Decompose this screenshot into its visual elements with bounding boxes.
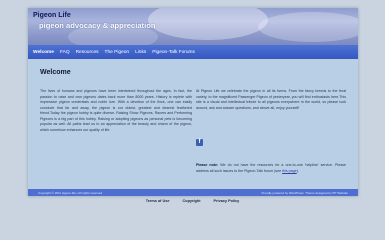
copyright-link[interactable]: Copyright [183,199,201,203]
footer-powered-by[interactable]: Proudly powered by WordPress. Theme desi… [262,191,349,195]
main-nav: Welcome FAQ Resources The Pigeon Links P… [28,45,358,59]
note-end: ). [296,168,299,173]
page-container: Pigeon Life pigeon advocacy & appreciati… [28,8,358,196]
intro-text-left: The lives of humans and pigeons have bee… [40,89,192,132]
nav-item-the-pigeon[interactable]: The Pigeon [105,50,130,55]
nav-item-links[interactable]: Links [135,50,146,55]
site-title[interactable]: Pigeon Life [33,12,71,19]
facebook-icon[interactable]: f [196,139,203,146]
note-text: We do not have the resources for a one-t… [196,163,347,173]
header-cloud [148,8,268,40]
note-label: Please note: [196,163,219,167]
terms-of-use-link[interactable]: Terms of Use [146,199,170,203]
nav-item-welcome[interactable]: Welcome [33,50,54,55]
footer-copyright: Copyright © 2011 pigeon-life | All right… [38,191,103,195]
page-title: Welcome [40,69,71,76]
note-link[interactable]: this page [282,169,297,173]
bottom-links: Terms of Use Copyright Privacy Policy [0,199,385,203]
main-content: Welcome The lives of humans and pigeons … [34,63,352,191]
site-tagline: pigeon advocacy & appreciation [39,21,156,30]
site-header: Pigeon Life pigeon advocacy & appreciati… [28,8,358,45]
please-note: Please note: We do not have the resource… [196,163,346,174]
nav-item-pigeon-talk-forums[interactable]: Pigeon-Talk Forums [152,50,195,55]
intro-text-right: At Pigeon Life we celebrate the pigeon i… [196,89,346,110]
nav-item-faq[interactable]: FAQ [60,50,70,55]
nav-item-resources[interactable]: Resources [76,50,99,55]
privacy-policy-link[interactable]: Privacy Policy [214,199,240,203]
footer-bar: Copyright © 2011 pigeon-life | All right… [28,189,358,196]
header-cloud [258,12,358,42]
